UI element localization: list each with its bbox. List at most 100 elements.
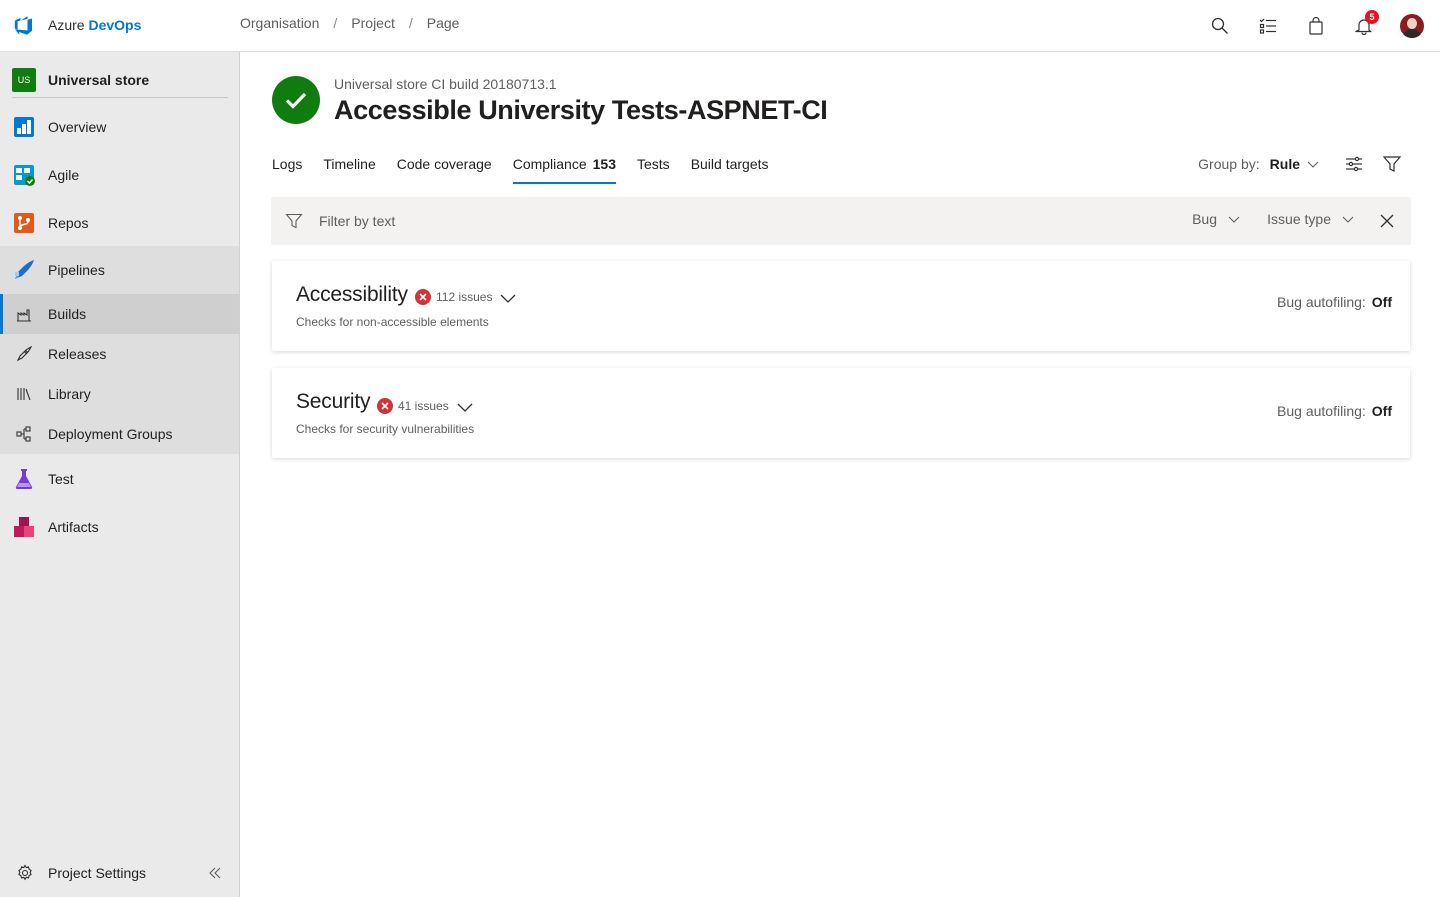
sidebar-item-label: Library	[48, 386, 91, 402]
sidebar-subitem-deployment-groups[interactable]: Deployment Groups	[0, 414, 239, 454]
shopping-bag-icon	[1309, 17, 1323, 35]
tab-compliance[interactable]: Compliance 153	[512, 156, 617, 184]
tab-label: Tests	[637, 156, 670, 172]
sidebar-subitem-releases[interactable]: Releases	[0, 334, 239, 374]
tab-label: Code coverage	[396, 156, 492, 172]
tab-code-coverage[interactable]: Code coverage	[397, 156, 492, 184]
error-icon	[415, 289, 431, 305]
issue-count: 112 issues	[436, 290, 493, 304]
rule-card-accessibility[interactable]: Accessibility 112 issues Checks for non-…	[272, 261, 1410, 351]
tab-timeline[interactable]: Timeline	[323, 156, 375, 184]
sidebar-item-label: Deployment Groups	[48, 426, 173, 442]
gear-icon	[18, 864, 32, 881]
chevron-down-icon[interactable]	[456, 398, 474, 416]
sidebar-item-label: Releases	[48, 346, 107, 362]
breadcrumb-page[interactable]: Page	[427, 15, 460, 31]
sidebar: US Universal store Overview Agile Repos	[0, 52, 240, 897]
issue-count-badge: 41 issues	[377, 398, 449, 414]
tab-logs[interactable]: Logs	[272, 156, 302, 184]
bug-autofiling-status[interactable]: Bug autofiling: Off	[1277, 294, 1392, 310]
sidebar-item-label: Test	[48, 471, 74, 487]
sidebar-item-pipelines[interactable]: Pipelines	[0, 246, 239, 294]
close-icon[interactable]	[1379, 213, 1395, 229]
chevron-down-icon[interactable]	[499, 289, 517, 307]
filter-icon	[285, 213, 303, 229]
tab-bar: Logs Timeline Code coverage Compliance 15…	[272, 156, 790, 184]
chevron-down-icon	[1307, 161, 1319, 168]
sidebar-subitem-library[interactable]: Library	[0, 374, 239, 414]
rule-description: Checks for security vulnerabilities	[296, 422, 475, 436]
project-name: Universal store	[48, 71, 150, 88]
tab-label: Compliance	[512, 156, 587, 172]
breadcrumb: Organisation / Project / Page	[240, 15, 459, 31]
top-bar: Azure DevOps Organisation / Project / Pa…	[0, 0, 1440, 52]
filter-toggle-icon[interactable]	[1382, 154, 1402, 174]
rule-card-security[interactable]: Security 41 issues Checks for security v…	[272, 368, 1410, 458]
group-by-label: Group by:	[1198, 156, 1260, 172]
notification-count-badge: 5	[1365, 10, 1379, 24]
notifications-button[interactable]: 5	[1348, 10, 1380, 42]
dropdown-label: Issue type	[1267, 211, 1331, 227]
rule-description: Checks for non-accessible elements	[296, 315, 489, 329]
search-icon	[1211, 17, 1228, 34]
rule-title: Security	[296, 390, 371, 413]
sidebar-item-label: Repos	[48, 215, 89, 231]
error-icon	[377, 398, 393, 414]
releases-icon	[16, 346, 32, 362]
bug-filter-dropdown[interactable]: Bug	[1192, 211, 1241, 227]
tab-label: Timeline	[323, 156, 376, 172]
breadcrumb-separator: /	[408, 15, 413, 31]
sidebar-item-repos[interactable]: Repos	[0, 199, 239, 247]
tab-tests[interactable]: Tests	[637, 156, 670, 184]
tab-count: 153	[592, 156, 616, 172]
autofiling-label: Bug autofiling:	[1277, 403, 1366, 419]
build-status-success	[272, 76, 320, 124]
project-selector[interactable]: US Universal store	[12, 62, 228, 98]
sidebar-item-label: Artifacts	[48, 519, 99, 535]
deployment-groups-icon	[16, 426, 31, 442]
profile-button[interactable]	[1396, 10, 1428, 42]
agile-icon	[14, 165, 35, 186]
main-content: Universal store CI build 20180713.1 Acce…	[240, 52, 1440, 897]
autofiling-label: Bug autofiling:	[1277, 294, 1366, 310]
dropdown-label: Bug	[1192, 211, 1217, 227]
artifacts-icon	[14, 517, 34, 537]
breadcrumb-organisation[interactable]: Organisation	[240, 15, 319, 31]
test-icon	[15, 469, 33, 489]
sidebar-item-label: Overview	[48, 119, 107, 135]
top-icons: 5	[1188, 10, 1428, 42]
tab-label: Logs	[272, 156, 303, 172]
project-settings[interactable]: Project Settings	[0, 849, 239, 897]
tab-label: Build targets	[690, 156, 769, 172]
view-options-icon[interactable]	[1344, 154, 1364, 174]
breadcrumb-separator: /	[333, 15, 338, 31]
sidebar-item-label: Agile	[48, 167, 80, 183]
group-by-dropdown[interactable]: Group by: Rule	[1198, 156, 1320, 172]
sidebar-item-agile[interactable]: Agile	[0, 151, 239, 199]
breadcrumb-project[interactable]: Project	[351, 15, 395, 31]
library-icon	[17, 388, 31, 401]
issue-count-badge: 112 issues	[415, 289, 492, 305]
sidebar-item-test[interactable]: Test	[0, 455, 239, 503]
brand-text: Azure DevOps	[48, 17, 141, 33]
autofiling-value: Off	[1371, 294, 1392, 310]
tab-build-targets[interactable]: Build targets	[691, 156, 769, 184]
work-items-button[interactable]	[1252, 10, 1284, 42]
issue-type-filter-dropdown[interactable]: Issue type	[1267, 211, 1355, 227]
marketplace-button[interactable]	[1300, 10, 1332, 42]
brand[interactable]: Azure DevOps	[14, 14, 141, 36]
search-button[interactable]	[1204, 10, 1236, 42]
group-by-value: Rule	[1269, 156, 1300, 172]
azure-devops-logo-icon	[14, 16, 32, 35]
sidebar-item-overview[interactable]: Overview	[0, 103, 239, 151]
project-settings-label: Project Settings	[48, 865, 147, 881]
collapse-sidebar-icon[interactable]	[207, 865, 223, 881]
sidebar-item-label: Pipelines	[48, 262, 105, 278]
sidebar-subitem-builds[interactable]: Builds	[0, 294, 239, 334]
sidebar-item-artifacts[interactable]: Artifacts	[0, 503, 239, 551]
chevron-down-icon	[1342, 216, 1354, 223]
autofiling-value: Off	[1371, 403, 1392, 419]
build-subtitle: Universal store CI build 20180713.1	[334, 76, 557, 92]
bug-autofiling-status[interactable]: Bug autofiling: Off	[1277, 403, 1392, 419]
filter-text-input[interactable]	[319, 209, 919, 233]
